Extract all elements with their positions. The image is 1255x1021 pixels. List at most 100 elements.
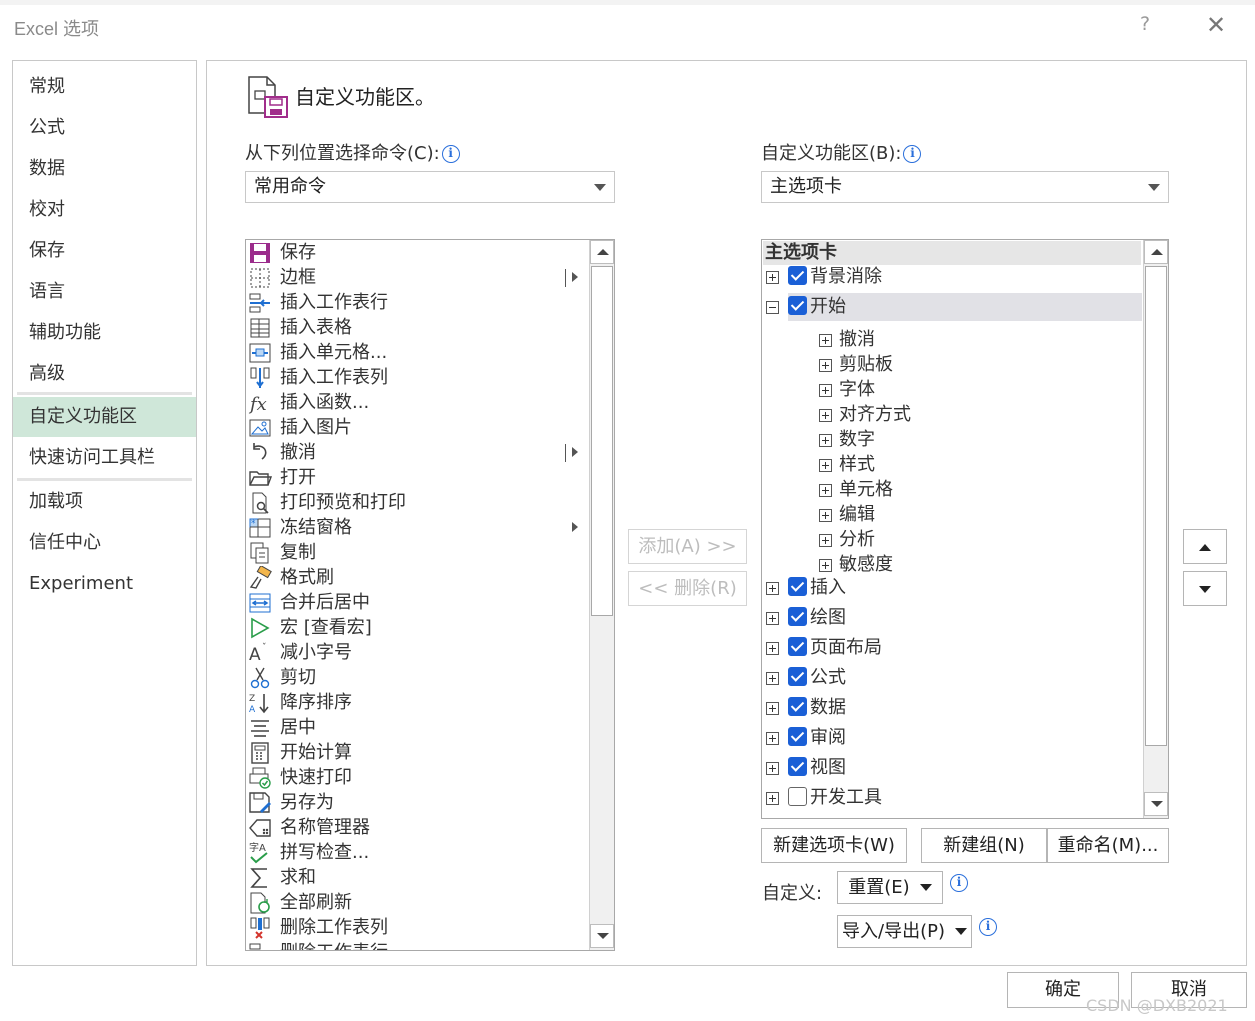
checkbox[interactable] — [788, 296, 807, 315]
expand-icon[interactable] — [819, 509, 832, 522]
expand-icon[interactable] — [766, 702, 779, 715]
close-button[interactable]: ✕ — [1206, 11, 1226, 39]
tree-item[interactable]: 单元格 — [762, 478, 1142, 503]
tree-scrollbar[interactable] — [1143, 240, 1168, 818]
command-item[interactable]: 快速打印 — [246, 765, 586, 790]
nav-item[interactable]: 辅助功能 — [13, 313, 196, 353]
nav-item[interactable]: 保存 — [13, 231, 196, 271]
expand-icon[interactable] — [819, 334, 832, 347]
nav-item[interactable]: 常规 — [13, 67, 196, 107]
command-item[interactable]: 插入工作表列 — [246, 365, 586, 390]
nav-item[interactable]: 高级 — [13, 354, 196, 394]
info-icon[interactable]: i — [950, 874, 968, 892]
tree-item[interactable]: 审阅 — [762, 726, 1142, 751]
command-item[interactable]: 另存为 — [246, 790, 586, 815]
expand-icon[interactable] — [819, 384, 832, 397]
command-item[interactable]: 格式刷 — [246, 565, 586, 590]
tree-item[interactable]: 对齐方式 — [762, 403, 1142, 428]
command-item[interactable]: 全部刷新 — [246, 890, 586, 915]
reset-button[interactable]: 重置(E) — [837, 871, 943, 904]
scroll-thumb[interactable] — [1145, 266, 1167, 746]
tree-item[interactable]: 分析 — [762, 528, 1142, 553]
nav-item[interactable]: 数据 — [13, 149, 196, 189]
checkbox[interactable] — [788, 667, 807, 686]
command-item[interactable]: Z A 降序排序 — [246, 690, 586, 715]
nav-item[interactable]: 自定义功能区 — [13, 397, 196, 437]
scroll-up-button[interactable] — [1144, 240, 1168, 264]
tree-item[interactable]: 背景消除 — [762, 265, 1142, 290]
nav-item[interactable]: 加载项 — [13, 482, 196, 522]
nav-item[interactable]: 快速访问工具栏 — [13, 438, 196, 478]
move-up-button[interactable] — [1183, 529, 1227, 564]
command-item[interactable]: 剪切 — [246, 665, 586, 690]
expand-icon[interactable] — [766, 582, 779, 595]
expand-icon[interactable] — [766, 762, 779, 775]
choose-commands-combo[interactable]: 常用命令 — [245, 171, 615, 203]
nav-item[interactable]: Experiment — [13, 564, 196, 604]
command-item[interactable]: 开始计算 — [246, 740, 586, 765]
command-item[interactable]: 居中 — [246, 715, 586, 740]
expand-icon[interactable] — [819, 534, 832, 547]
tree-item[interactable]: 字体 — [762, 378, 1142, 403]
command-item[interactable]: A ˇ 减小字号 — [246, 640, 586, 665]
command-item[interactable]: 宏 [查看宏] — [246, 615, 586, 640]
info-icon[interactable]: i — [441, 145, 460, 163]
command-item[interactable]: 求和 — [246, 865, 586, 890]
command-item[interactable]: 打印预览和打印 — [246, 490, 586, 515]
nav-item[interactable]: 公式 — [13, 108, 196, 148]
tree-item[interactable]: 样式 — [762, 453, 1142, 478]
new-group-button[interactable]: 新建组(N) — [921, 828, 1047, 863]
expand-icon[interactable] — [819, 559, 832, 572]
expand-icon[interactable] — [819, 484, 832, 497]
expand-icon[interactable] — [766, 792, 779, 805]
checkbox[interactable] — [788, 757, 807, 776]
tree-item[interactable]: 数据 — [762, 696, 1142, 721]
scroll-thumb[interactable] — [591, 266, 613, 616]
tree-item[interactable]: 绘图 — [762, 606, 1142, 631]
checkbox[interactable] — [788, 637, 807, 656]
tree-item[interactable]: 编辑 — [762, 503, 1142, 528]
command-item[interactable]: 插入工作表行 — [246, 290, 586, 315]
checkbox[interactable] — [788, 727, 807, 746]
command-item[interactable]: fx 插入函数... — [246, 390, 586, 415]
submenu-arrow-icon[interactable] — [572, 272, 578, 282]
new-tab-button[interactable]: 新建选项卡(W) — [761, 828, 907, 863]
customize-ribbon-combo[interactable]: 主选项卡 — [761, 171, 1169, 203]
checkbox[interactable] — [788, 787, 807, 806]
checkbox[interactable] — [788, 607, 807, 626]
command-item[interactable]: 边框 — [246, 265, 586, 290]
submenu-arrow-icon[interactable] — [572, 522, 578, 532]
expand-icon[interactable] — [766, 612, 779, 625]
tree-item[interactable]: 敏感度 — [762, 553, 1142, 578]
expand-icon[interactable] — [766, 271, 779, 284]
expand-icon[interactable] — [819, 409, 832, 422]
help-button[interactable]: ? — [1140, 13, 1150, 35]
commands-scrollbar[interactable] — [589, 240, 614, 950]
command-item[interactable]: 删除工作表列 — [246, 915, 586, 940]
checkbox[interactable] — [788, 266, 807, 285]
nav-item[interactable]: 校对 — [13, 190, 196, 230]
command-item[interactable]: 删除工作表行 — [246, 940, 586, 950]
tree-item[interactable]: 插入 — [762, 576, 1142, 601]
command-item[interactable]: 名称管理器 — [246, 815, 586, 840]
command-item[interactable]: 插入单元格... — [246, 340, 586, 365]
command-item[interactable]: 打开 — [246, 465, 586, 490]
commands-list[interactable]: 保存 边框 插入工作表行 插入表格 插入单元格... 插入工作表列 fx 插入函数... 插入图… — [245, 239, 615, 951]
info-icon[interactable]: i — [903, 145, 922, 163]
command-item[interactable]: 合并后居中 — [246, 590, 586, 615]
tree-item[interactable]: 数字 — [762, 428, 1142, 453]
command-item[interactable]: 复制 — [246, 540, 586, 565]
command-item[interactable]: 撤消 — [246, 440, 586, 465]
import-export-button[interactable]: 导入/导出(P) — [837, 915, 972, 948]
add-button[interactable]: 添加(A) >> — [628, 529, 747, 564]
nav-item[interactable]: 语言 — [13, 272, 196, 312]
collapse-icon[interactable] — [766, 301, 779, 314]
command-item[interactable]: 保存 — [246, 240, 586, 265]
move-down-button[interactable] — [1183, 571, 1227, 606]
tree-item[interactable]: 剪贴板 — [762, 353, 1142, 378]
scroll-up-button[interactable] — [590, 240, 614, 264]
nav-item[interactable]: 信任中心 — [13, 523, 196, 563]
expand-icon[interactable] — [766, 732, 779, 745]
rename-button[interactable]: 重命名(M)... — [1047, 828, 1169, 863]
tree-item[interactable]: 页面布局 — [762, 636, 1142, 661]
